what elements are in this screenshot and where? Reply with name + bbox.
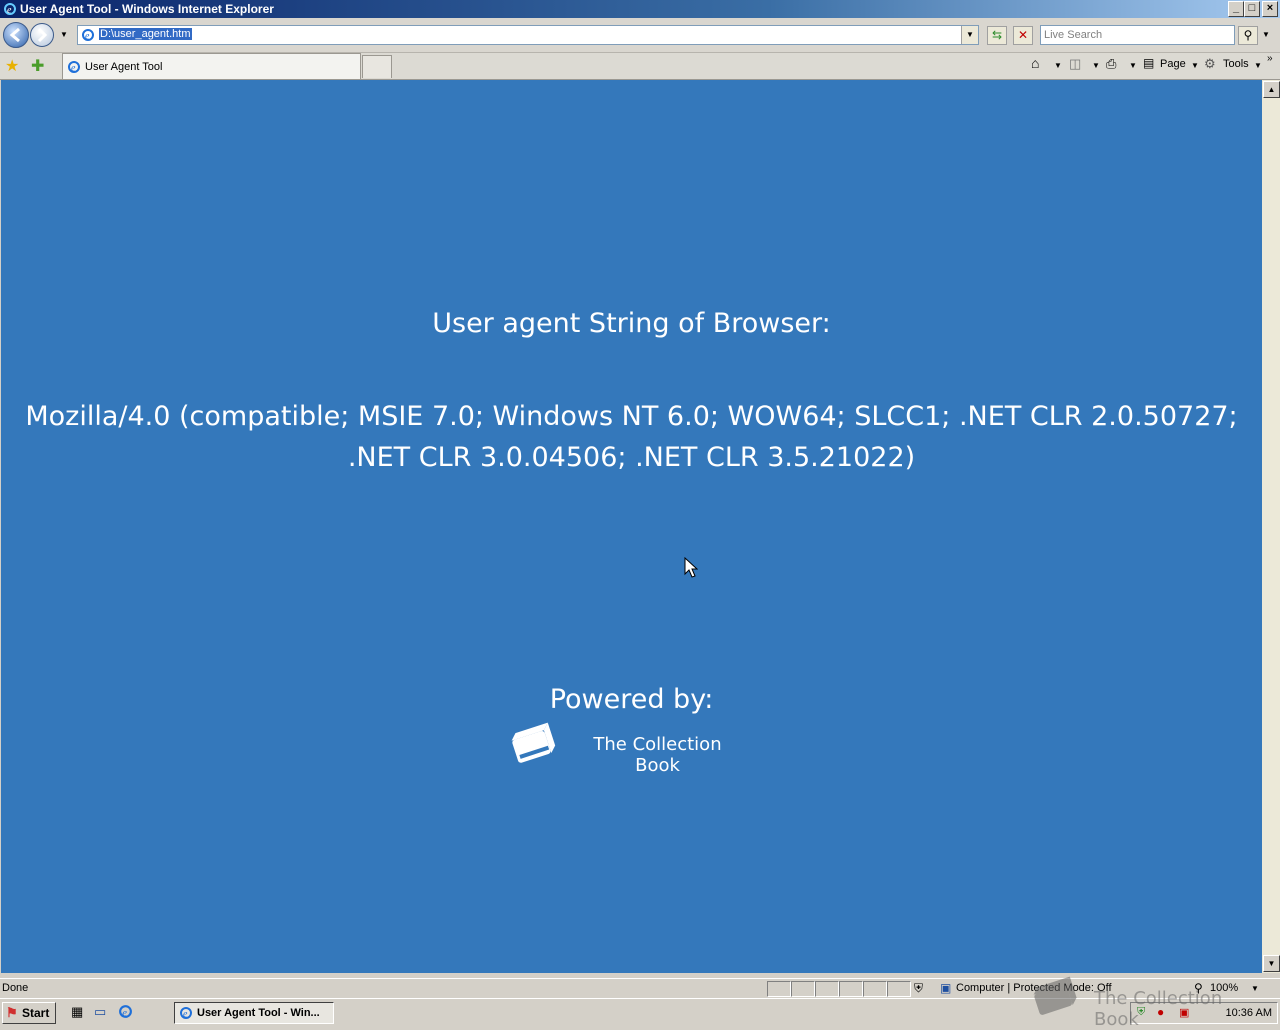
svg-text:e: e [183,1009,188,1020]
search-icon: ⚲ [1243,28,1253,42]
add-favorites-icon[interactable]: ✚ [31,56,44,76]
powered-by-label: Powered by: [549,684,714,715]
navigation-bar: ▼ e D:\user_agent.htm ▼ ⇆ ✕ Live Search … [0,18,1280,53]
window-title: User Agent Tool - Windows Internet Explo… [20,2,274,16]
chevron-more-icon[interactable]: » [1267,53,1273,64]
back-icon [9,27,20,43]
forward-icon [37,27,48,43]
page-dropdown[interactable]: ▼ [1191,61,1199,70]
tools-menu-button[interactable]: Tools [1223,58,1249,70]
home-icon[interactable]: ⌂ [1031,55,1039,71]
page-menu-button[interactable]: Page [1160,58,1186,70]
tools-dropdown[interactable]: ▼ [1254,61,1262,70]
tab-label: User Agent Tool [85,61,163,73]
back-button[interactable] [3,22,29,48]
search-button[interactable]: ⚲ [1238,26,1258,45]
refresh-icon: ⇆ [991,28,1003,42]
scroll-up-button[interactable]: ▲ [1263,81,1280,98]
address-bar[interactable]: e D:\user_agent.htm ▼ [77,25,979,45]
window-titlebar: e User Agent Tool - Windows Internet Exp… [0,0,1280,18]
recent-pages-dropdown[interactable]: ▼ [60,30,68,39]
page-heading: User agent String of Browser: [432,308,831,339]
computer-icon: ▣ [940,981,952,995]
maximize-button[interactable]: □ [1244,1,1260,17]
favorites-star-icon[interactable]: ★ [5,56,19,76]
ie-icon[interactable]: e [118,1004,133,1019]
feeds-dropdown[interactable]: ▼ [1092,61,1100,70]
status-segment [791,981,815,997]
vertical-scrollbar[interactable]: ▲ ▼ [1262,80,1280,973]
start-label: Start [22,1006,50,1020]
start-button[interactable]: ⚑ Start [2,1002,56,1024]
address-text: D:\user_agent.htm [99,28,192,40]
tab-bar: ★ ✚ e User Agent Tool ⌂ ▼ ◫ ▼ ⎙ ▼ ▤ Page… [0,53,1280,80]
quicklaunch-desktop-icon[interactable]: ▭ [94,1004,106,1020]
print-dropdown[interactable]: ▼ [1129,61,1137,70]
page-content: User agent String of Browser: Mozilla/4.… [1,80,1262,973]
scroll-down-button[interactable]: ▼ [1263,955,1280,972]
brand-name: The Collection Book [593,734,722,776]
status-segment [839,981,863,997]
taskbar-window-label: User Agent Tool - Win... [197,1007,320,1019]
ie-icon: e [68,61,80,74]
watermark: The Collection Book [1028,976,1268,1030]
book-icon [1033,976,1077,1015]
brand-logo[interactable]: The Collection Book [506,720,746,776]
address-dropdown[interactable]: ▼ [961,26,978,44]
new-tab-button[interactable] [362,55,392,78]
status-segment [767,981,791,997]
status-segment [863,981,887,997]
book-icon [511,722,556,763]
svg-text:e: e [122,1007,127,1019]
svg-text:e: e [85,31,90,42]
status-text: Done [2,982,29,994]
popup-blocker-icon[interactable]: ⛨ [914,981,923,996]
page-icon: ▤ [1143,56,1155,70]
search-options-dropdown[interactable]: ▼ [1262,30,1270,39]
svg-text:e: e [7,5,12,16]
minimize-button[interactable]: _ [1228,1,1244,17]
feeds-icon[interactable]: ◫ [1069,56,1081,72]
refresh-button[interactable]: ⇆ [987,26,1007,45]
forward-button[interactable] [30,23,54,47]
search-input[interactable]: Live Search [1040,25,1235,45]
taskbar-window-button[interactable]: e User Agent Tool - Win... [174,1002,334,1024]
quicklaunch-server-icon[interactable]: ▦ [71,1004,83,1020]
ie-icon: e [82,29,94,42]
status-segment [887,981,911,997]
ie-icon: e [180,1007,192,1020]
close-button[interactable]: × [1262,1,1278,17]
tools-gear-icon: ⚙ [1204,56,1216,71]
home-dropdown[interactable]: ▼ [1054,61,1062,70]
status-segment [815,981,839,997]
stop-button[interactable]: ✕ [1013,26,1033,45]
tab-user-agent-tool[interactable]: e User Agent Tool [62,53,361,79]
user-agent-string: Mozilla/4.0 (compatible; MSIE 7.0; Windo… [25,401,1238,473]
print-icon[interactable]: ⎙ [1106,56,1116,72]
start-flag-icon: ⚑ [6,1005,18,1020]
search-placeholder: Live Search [1044,29,1103,41]
stop-icon: ✕ [1017,28,1029,42]
ie-icon: e [4,3,16,16]
svg-text:e: e [71,63,76,74]
mouse-cursor-icon [684,557,698,578]
